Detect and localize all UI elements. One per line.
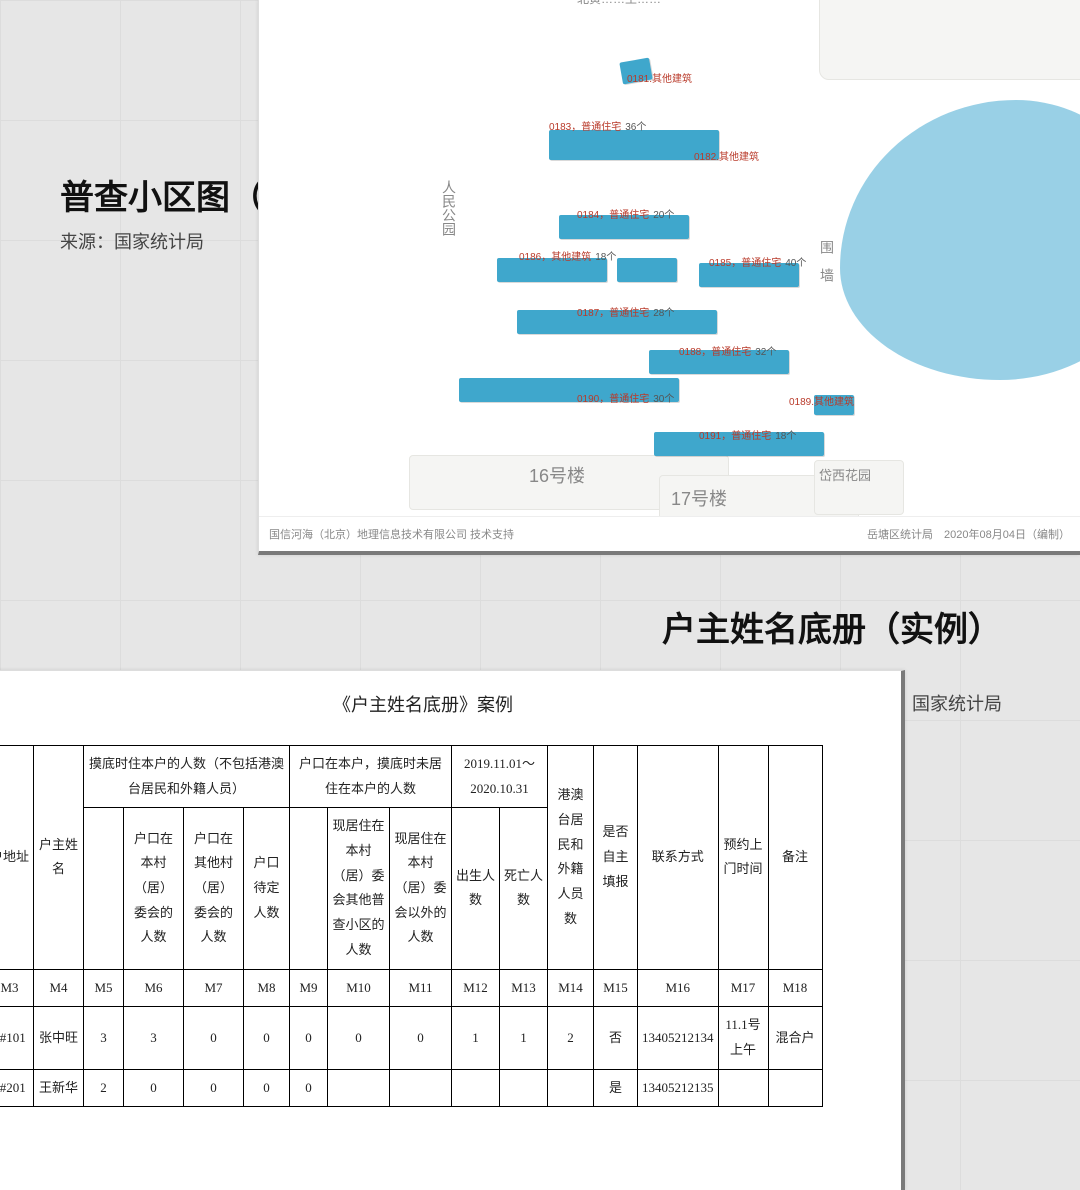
code-cell: M9	[290, 969, 328, 1007]
garden-label: 岱西花园	[819, 465, 871, 484]
col-selfreport: 是否自主填报	[594, 746, 638, 970]
register-section-title: 户主姓名底册（实例）	[662, 602, 1002, 651]
data-cell: 0	[390, 1007, 452, 1069]
code-cell: M4	[34, 969, 84, 1007]
bld-0189: 0189.其他建筑	[789, 393, 854, 408]
data-cell: 0	[184, 1069, 244, 1107]
data-cell: 1	[452, 1007, 500, 1069]
bld-0183: 0183，普通住宅36个	[549, 118, 646, 133]
col-m12: 出生人数	[452, 808, 500, 969]
col-group-resident: 摸底时住本户的人数（不包括港澳台居民和外籍人员）	[84, 746, 290, 808]
code-cell: M3	[0, 969, 34, 1007]
code-cell: M7	[184, 969, 244, 1007]
col-m9	[290, 808, 328, 969]
census-map-card: 人民公园 围 墙 北黄……王…… 0181.其他建筑 0183，普通住宅36个 …	[258, 0, 1080, 555]
col-visit-time: 预约上门时间	[718, 746, 768, 970]
data-cell	[500, 1069, 548, 1107]
code-cell: M13	[500, 969, 548, 1007]
col-m6: 户口在本村（居）委会的人数	[124, 808, 184, 969]
data-cell: 0	[290, 1007, 328, 1069]
lake-shape	[840, 100, 1080, 380]
map-footer-right: 岳塘区统计局 2020年08月04日（编制）	[867, 526, 1070, 542]
code-cell: M10	[328, 969, 390, 1007]
bld-0185: 0185，普通住宅40个	[709, 254, 806, 269]
data-cell: 0	[244, 1069, 290, 1107]
bldg17-label: 17号楼	[671, 485, 727, 511]
code-cell: M18	[768, 969, 822, 1007]
data-cell: 1#101	[0, 1007, 34, 1069]
col-m5	[84, 808, 124, 969]
data-cell: 王新华	[34, 1069, 84, 1107]
table-row: 21#201王新华20000是13405212135	[0, 1069, 822, 1107]
bld-0188: 0188，普通住宅32个	[679, 343, 776, 358]
col-m8: 户口待定人数	[244, 808, 290, 969]
col-group-period: 2019.11.01～2020.10.31	[452, 746, 548, 808]
col-owner: 户主姓名	[34, 746, 84, 970]
data-cell	[548, 1069, 594, 1107]
code-cell: M15	[594, 969, 638, 1007]
table-codes-row: M2M3M4M5M6M7M8M9M10M11M12M13M14M15M16M17…	[0, 969, 822, 1007]
data-cell: 11.1号上午	[718, 1007, 768, 1069]
data-cell: 否	[594, 1007, 638, 1069]
wall-label: 围 墙	[817, 240, 837, 282]
data-cell: 张中旺	[34, 1007, 84, 1069]
data-cell: 13405212135	[638, 1069, 719, 1107]
table-row: 11#101张中旺3300000112否1340521213411.1号上午混合…	[0, 1007, 822, 1069]
data-cell: 13405212134	[638, 1007, 719, 1069]
data-cell	[768, 1069, 822, 1107]
code-cell: M6	[124, 969, 184, 1007]
col-group-absent: 户口在本户，摸底时未居住在本户的人数	[290, 746, 452, 808]
col-m10: 现居住在本村（居）委会其他普查小区的人数	[328, 808, 390, 969]
col-m7: 户口在其他村（居）委会的人数	[184, 808, 244, 969]
table-header-row: 住房单元编号 户地址 户主姓名 摸底时住本户的人数（不包括港澳台居民和外籍人员）…	[0, 746, 822, 808]
data-cell: 0	[124, 1069, 184, 1107]
code-cell: M5	[84, 969, 124, 1007]
bld-0187: 0187，普通住宅28个	[577, 304, 674, 319]
data-cell: 0	[328, 1007, 390, 1069]
bld-0182: 0182.其他建筑	[694, 148, 759, 163]
data-cell: 0	[244, 1007, 290, 1069]
bldg16-label: 16号楼	[529, 462, 585, 488]
data-cell	[390, 1069, 452, 1107]
data-cell: 0	[184, 1007, 244, 1069]
park-label: 人民公园	[439, 180, 459, 236]
col-m11: 现居住在本村（居）委会以外的人数	[390, 808, 452, 969]
road-label: 北黄……王……	[577, 0, 661, 7]
map-section-source: 来源：国家统计局	[60, 228, 204, 254]
bld-0190: 0190，普通住宅30个	[577, 390, 674, 405]
col-m13: 死亡人数	[500, 808, 548, 969]
col-hkmotw: 港澳台居民和外籍人员数	[548, 746, 594, 970]
col-contact: 联系方式	[638, 746, 719, 970]
data-cell: 2	[84, 1069, 124, 1107]
col-remark: 备注	[768, 746, 822, 970]
code-cell: M14	[548, 969, 594, 1007]
data-cell: 混合户	[768, 1007, 822, 1069]
map-footer-left: 国信河海（北京）地理信息技术有限公司 技术支持	[269, 526, 514, 542]
data-cell: 1	[500, 1007, 548, 1069]
data-cell: 3	[84, 1007, 124, 1069]
bld-0186: 0186，其他建筑18个	[519, 248, 616, 263]
data-cell	[718, 1069, 768, 1107]
col-addr: 户地址	[0, 746, 34, 970]
data-cell	[452, 1069, 500, 1107]
map-footer: 国信河海（北京）地理信息技术有限公司 技术支持 岳塘区统计局 2020年08月0…	[259, 516, 1080, 551]
register-table-title: 《户主姓名底册》案例	[0, 691, 901, 717]
household-register-table: 住房单元编号 户地址 户主姓名 摸底时住本户的人数（不包括港澳台居民和外籍人员）…	[0, 745, 823, 1107]
code-cell: M16	[638, 969, 719, 1007]
bld-0181: 0181.其他建筑	[627, 70, 692, 85]
data-cell: 1#201	[0, 1069, 34, 1107]
code-cell: M17	[718, 969, 768, 1007]
data-cell: 2	[548, 1007, 594, 1069]
data-cell: 0	[290, 1069, 328, 1107]
data-cell	[328, 1069, 390, 1107]
census-map: 人民公园 围 墙 北黄……王…… 0181.其他建筑 0183，普通住宅36个 …	[259, 0, 1080, 516]
code-cell: M11	[390, 969, 452, 1007]
data-cell: 是	[594, 1069, 638, 1107]
code-cell: M8	[244, 969, 290, 1007]
data-cell: 3	[124, 1007, 184, 1069]
code-cell: M12	[452, 969, 500, 1007]
register-card: 《户主姓名底册》案例 住房单元编号 户地址 户主姓名 摸底时住本户的人数（不包括…	[0, 670, 905, 1190]
bld-0184: 0184，普通住宅20个	[577, 206, 674, 221]
bld-0191: 0191，普通住宅18个	[699, 427, 796, 442]
